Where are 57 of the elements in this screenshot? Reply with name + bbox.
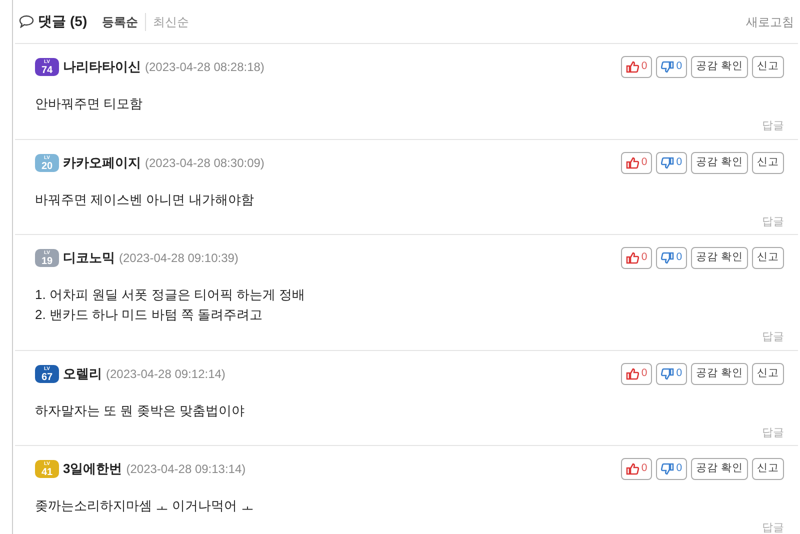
comment-text: 안바꿔주면 티모함 bbox=[35, 95, 144, 113]
reply-link[interactable]: 답글 bbox=[762, 520, 784, 534]
report-button[interactable]: 신고 bbox=[752, 56, 784, 78]
comment-count: (5) bbox=[70, 12, 88, 31]
like-button[interactable]: 0 bbox=[621, 56, 652, 78]
sort-tab[interactable]: 최신순 bbox=[145, 12, 196, 30]
comments-title: 댓글 bbox=[38, 12, 66, 31]
reply-link[interactable]: 답글 bbox=[762, 329, 784, 346]
dislike-button[interactable]: 0 bbox=[656, 458, 688, 480]
thumbs-down-icon bbox=[661, 368, 674, 380]
thumbs-up-icon bbox=[626, 368, 640, 380]
comment-date: (2023-04-28 08:30:09) bbox=[145, 154, 264, 172]
reply-link[interactable]: 답글 bbox=[762, 424, 784, 441]
username: 오렐리 bbox=[63, 364, 102, 383]
report-button[interactable]: 신고 bbox=[752, 247, 784, 269]
thumbs-up-icon bbox=[626, 61, 640, 73]
thumbs-up-icon bbox=[626, 463, 640, 475]
like-button[interactable]: 0 bbox=[621, 362, 652, 384]
thumbs-down-icon bbox=[661, 463, 674, 475]
sort-tab[interactable]: 등록순 bbox=[95, 12, 146, 30]
empathy-button[interactable]: 공감 확인 bbox=[691, 56, 748, 78]
reply-link[interactable]: 답글 bbox=[762, 118, 784, 134]
thumbs-up-icon bbox=[626, 156, 640, 168]
thumbs-down-icon bbox=[661, 156, 674, 168]
empathy-button[interactable]: 공감 확인 bbox=[691, 152, 748, 174]
comment-date: (2023-04-28 09:10:39) bbox=[119, 250, 238, 267]
dislike-button[interactable]: 0 bbox=[656, 152, 688, 174]
dislike-button[interactable]: 0 bbox=[656, 56, 688, 78]
report-button[interactable]: 신고 bbox=[752, 152, 784, 174]
dislike-button[interactable]: 0 bbox=[656, 247, 688, 269]
comment-icon bbox=[19, 15, 34, 28]
empathy-button[interactable]: 공감 확인 bbox=[691, 458, 748, 480]
refresh-link[interactable]: 새로고침 bbox=[746, 12, 794, 30]
report-button[interactable]: 신고 bbox=[752, 362, 784, 384]
comment-text: 하자말자는 또 뭔 좆박은 맞춤법이야 bbox=[35, 402, 246, 420]
username: 나리타타이신 bbox=[63, 58, 141, 76]
comment-date: (2023-04-28 09:13:14) bbox=[126, 461, 246, 478]
username: 카카오페이지 bbox=[63, 154, 141, 172]
like-button[interactable]: 0 bbox=[621, 247, 652, 269]
comment-text: 좆까는소리하지마셈 ㅗ 이거나먹어 ㅗ bbox=[35, 497, 255, 515]
comment-date: (2023-04-28 09:12:14) bbox=[106, 366, 226, 382]
thumbs-down-icon bbox=[661, 252, 674, 264]
comment-text: 2. 밴카드 하나 미드 바텀 쪽 돌려주려고 bbox=[35, 306, 264, 324]
thumbs-up-icon bbox=[626, 252, 640, 264]
like-button[interactable]: 0 bbox=[621, 152, 652, 174]
empathy-button[interactable]: 공감 확인 bbox=[691, 362, 748, 384]
dislike-button[interactable]: 0 bbox=[656, 362, 688, 384]
username: 3일에한번 bbox=[63, 460, 122, 478]
comment-date: (2023-04-28 08:28:18) bbox=[145, 59, 264, 76]
like-button[interactable]: 0 bbox=[621, 458, 652, 480]
comment-text: 바꿔주면 제이스벤 아니면 내가해야함 bbox=[35, 190, 255, 208]
username: 디코노믹 bbox=[63, 249, 115, 268]
thumbs-down-icon bbox=[661, 61, 674, 73]
empathy-button[interactable]: 공감 확인 bbox=[691, 247, 748, 269]
comment-text: 1. 어차피 원딜 서폿 정글은 티어픽 하는게 정배 bbox=[35, 286, 306, 304]
report-button[interactable]: 신고 bbox=[752, 458, 784, 480]
reply-link[interactable]: 답글 bbox=[762, 214, 784, 230]
